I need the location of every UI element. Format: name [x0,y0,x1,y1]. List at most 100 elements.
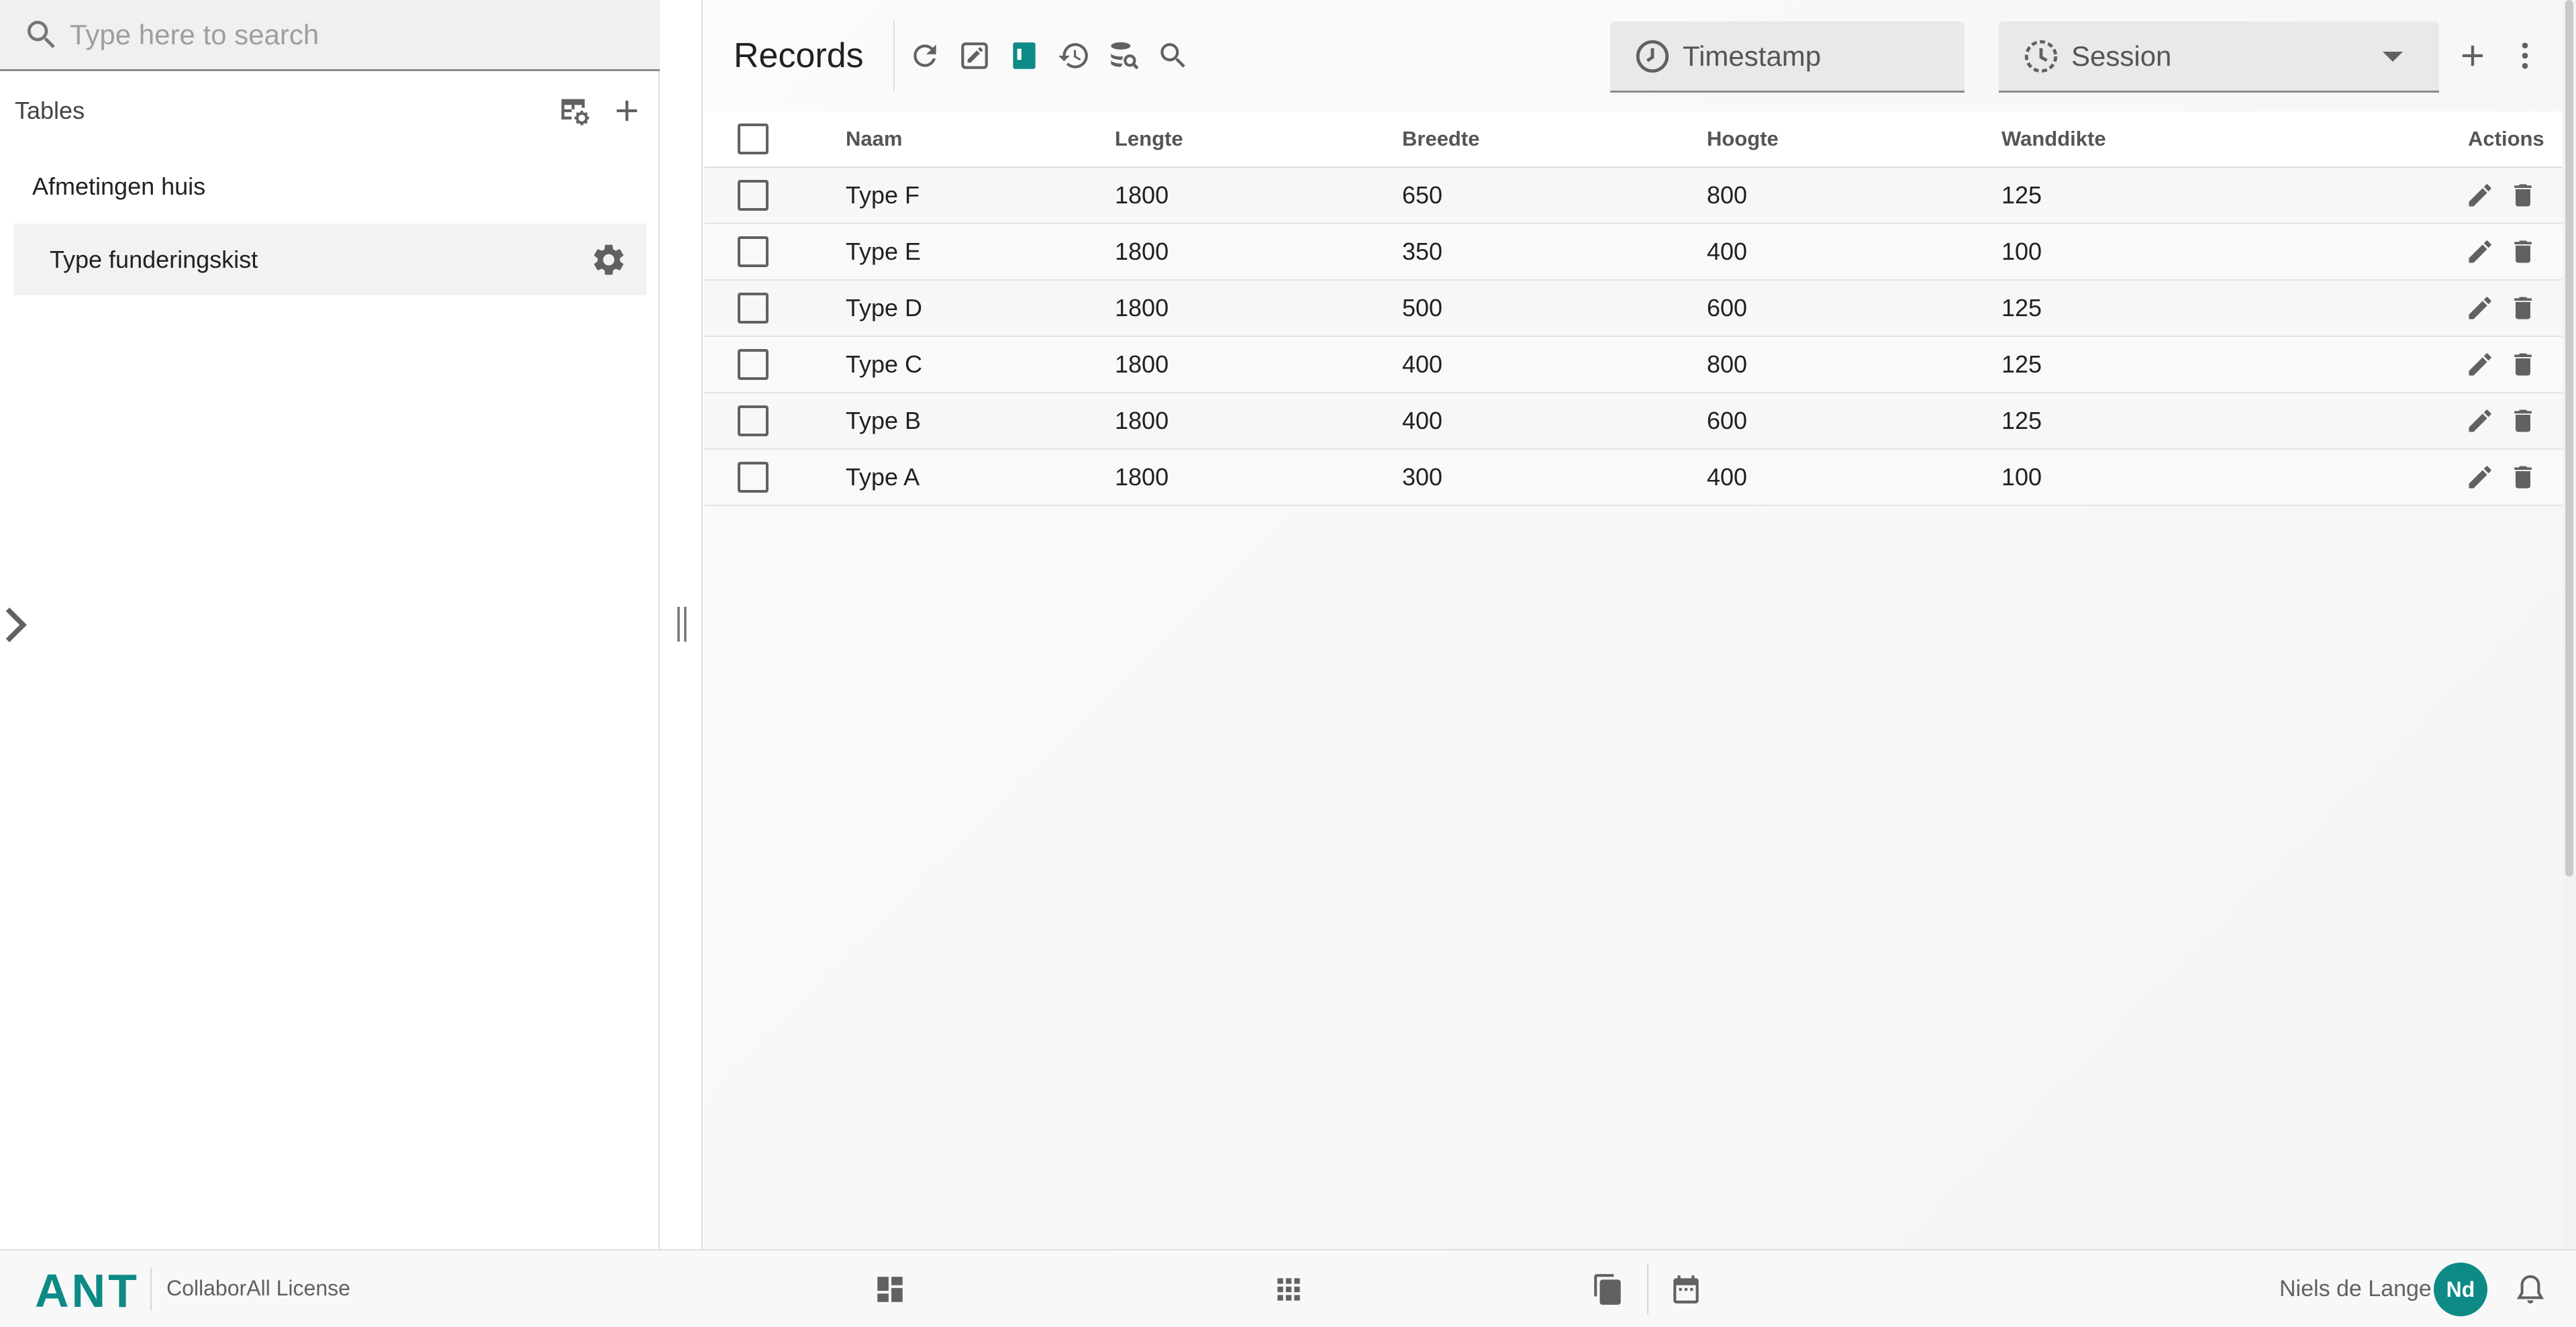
cell-naam: Type B [846,407,922,434]
notifications-button[interactable] [2510,1269,2550,1310]
sidebar-item-label: Type funderingskist [50,245,258,273]
cell-wanddikte: 125 [2001,407,2042,434]
drag-handle-icon[interactable] [675,604,689,644]
pencil-icon[interactable] [2465,293,2495,323]
add-record-button[interactable] [2452,35,2493,77]
database-search-icon [1110,42,1139,70]
timestamp-field[interactable]: Timestamp [1610,21,1965,93]
cell-wanddikte: 125 [2001,350,2042,378]
column-header-naam[interactable]: Naam [846,127,902,151]
clipboard-button[interactable] [1588,1269,1628,1310]
page-title: Records [734,36,864,75]
column-header-lengte[interactable]: Lengte [1115,127,1183,151]
session-clock-icon [2022,37,2061,76]
add-table-button[interactable] [607,91,646,130]
table-row[interactable]: Type B 1800 400 600 125 [704,393,2568,450]
pencil-icon[interactable] [2465,350,2495,379]
scrollbar-thumb[interactable] [2565,0,2573,877]
table-row[interactable]: Type F 1800 650 800 125 [704,168,2568,224]
avatar[interactable]: Nd [2434,1263,2487,1316]
license-label: CollaborAll License [166,1276,350,1300]
session-select[interactable]: Session [1999,21,2439,93]
search-input[interactable] [70,18,660,51]
row-checkbox[interactable] [738,462,769,493]
table-row[interactable]: Type E 1800 350 400 100 [704,224,2568,281]
cell-hoogte: 800 [1707,350,1748,378]
pencil-icon[interactable] [2465,462,2495,492]
tables-header: Tables [0,81,660,141]
database-search-button[interactable] [1104,36,1143,75]
table-row[interactable]: Type C 1800 400 800 125 [704,337,2568,393]
edit-mode-button[interactable] [955,36,994,75]
trash-icon[interactable] [2508,237,2538,266]
cell-hoogte: 600 [1707,294,1748,322]
cell-lengte: 1800 [1115,407,1169,434]
dashboard-icon [877,1277,903,1302]
sidebar-item-type-funderingskist[interactable]: Type funderingskist [13,224,646,295]
clipboard-icon [1594,1274,1621,1305]
edit-square-icon [960,42,988,69]
history-button[interactable] [1054,36,1093,75]
sidebar-item-label: Afmetingen huis [32,172,206,200]
select-all-checkbox[interactable] [738,124,769,154]
cell-naam: Type F [846,181,920,209]
row-checkbox[interactable] [738,180,769,211]
clock-icon [1633,37,1672,76]
panel-splitter[interactable] [661,0,703,1249]
cell-wanddikte: 125 [2001,294,2042,322]
dashboard-button[interactable] [870,1269,910,1310]
cell-breedte: 400 [1402,350,1443,378]
tables-title: Tables [15,97,85,124]
table-settings-button[interactable] [555,91,594,130]
table-body: Type F 1800 650 800 125 Type E 1800 350 400 100 Ty… [704,168,2568,506]
history-icon [1058,43,1088,68]
calendar-button[interactable] [1666,1269,1706,1310]
table-settings-icon [561,99,589,126]
cell-naam: Type E [846,238,922,265]
footer-divider [150,1268,152,1311]
cell-breedte: 400 [1402,407,1443,434]
trash-icon[interactable] [2508,406,2538,436]
row-checkbox[interactable] [738,293,769,324]
footer-divider [1647,1264,1648,1315]
more-options-button[interactable] [2504,35,2546,77]
pencil-icon[interactable] [2465,181,2495,210]
apps-button[interactable] [1269,1269,1309,1310]
row-checkbox[interactable] [738,405,769,436]
row-checkbox[interactable] [738,349,769,380]
cell-breedte: 650 [1402,181,1443,209]
pencil-icon[interactable] [2465,406,2495,436]
gear-icon[interactable] [590,241,628,279]
cell-wanddikte: 125 [2001,181,2042,209]
cell-breedte: 500 [1402,294,1443,322]
tables-sidebar: Tables Afmetingen huis Type funderingski… [0,0,660,1249]
column-header-wanddikte[interactable]: Wanddikte [2001,127,2106,151]
column-header-hoogte[interactable]: Hoogte [1707,127,1779,151]
refresh-button[interactable] [905,36,944,75]
table-row[interactable]: Type D 1800 500 600 125 [704,281,2568,337]
chevron-right-icon[interactable] [1,605,30,644]
trash-icon[interactable] [2508,293,2538,323]
records-table: Naam Lengte Breedte Hoogte Wanddikte Act… [704,111,2568,506]
column-header-breedte[interactable]: Breedte [1402,127,1479,151]
brand-logo[interactable]: ANT [35,1264,140,1318]
trash-icon[interactable] [2508,462,2538,492]
refresh-icon [913,44,936,67]
trash-icon[interactable] [2508,350,2538,379]
cell-wanddikte: 100 [2001,238,2042,265]
cell-lengte: 1800 [1115,238,1169,265]
user-name[interactable]: Niels de Lange [2279,1276,2432,1302]
sidebar-item-afmetingen-huis[interactable]: Afmetingen huis [13,150,646,222]
search-box[interactable] [0,0,660,71]
panel-toggle-button[interactable] [1005,36,1044,75]
cell-hoogte: 400 [1707,463,1748,491]
panel-icon [1012,42,1036,69]
calendar-icon [1673,1275,1699,1304]
trash-icon[interactable] [2508,181,2538,210]
table-row[interactable]: Type A 1800 300 400 100 [704,450,2568,506]
row-checkbox[interactable] [738,236,769,267]
search-records-button[interactable] [1154,36,1193,75]
records-panel: Records Timestamp Session Naam Lengte Br… [704,0,2568,1249]
cell-lengte: 1800 [1115,181,1169,209]
pencil-icon[interactable] [2465,237,2495,266]
